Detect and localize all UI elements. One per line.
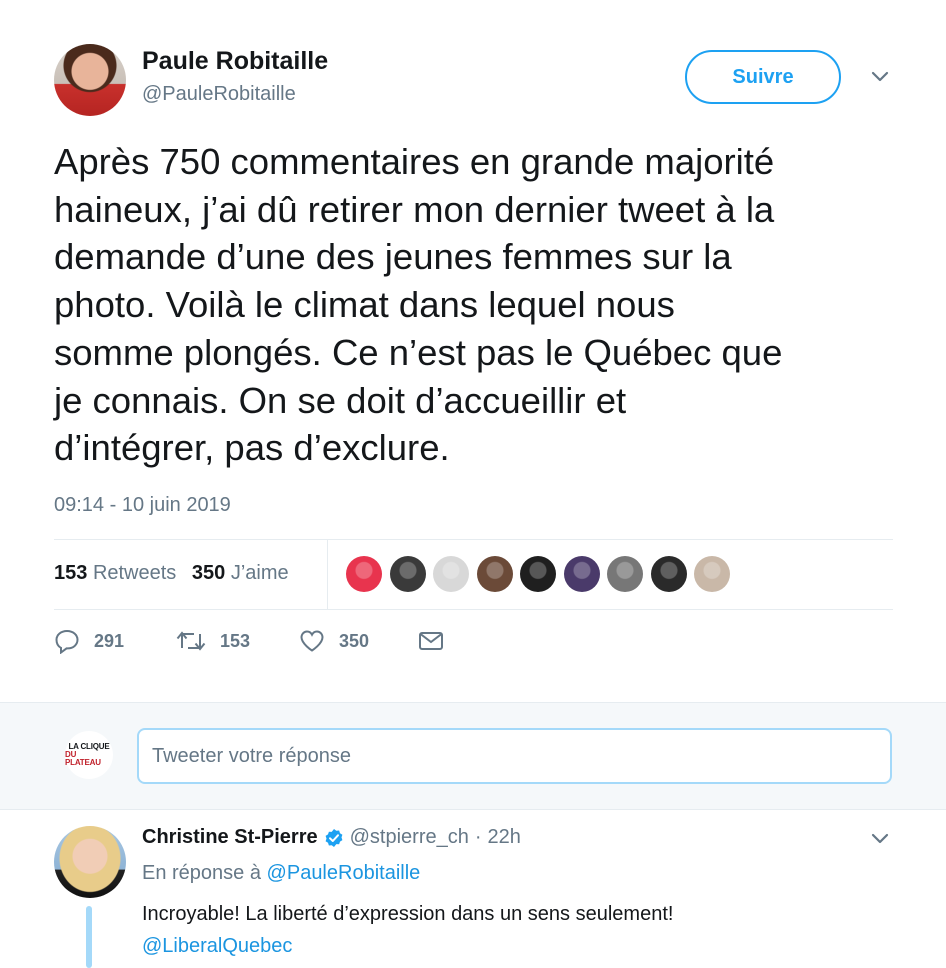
- meta-separator: ·: [474, 826, 482, 848]
- liker-avatar[interactable]: [346, 556, 382, 592]
- liker-avatar[interactable]: [607, 556, 643, 592]
- author-handle[interactable]: @PauleRobitaille: [142, 83, 296, 106]
- reply-input-placeholder: Tweeter votre réponse: [152, 744, 351, 767]
- reply-text: Incroyable! La liberté d’expression dans…: [142, 898, 902, 962]
- retweet-count: 153: [220, 630, 251, 651]
- liker-avatar[interactable]: [650, 556, 687, 592]
- like-count: 350: [339, 630, 370, 651]
- liker-avatar[interactable]: [694, 556, 730, 592]
- avatar-logo-line: DU PLATEAU: [65, 750, 101, 767]
- mention-link[interactable]: @LiberalQuebec: [142, 930, 902, 962]
- direct-message-action[interactable]: [418, 628, 444, 654]
- likes-label: J’aime: [230, 562, 289, 584]
- in-reply-handle-link[interactable]: @PauleRobitaille: [267, 862, 421, 884]
- retweet-action[interactable]: 153: [176, 628, 250, 654]
- retweet-icon: [176, 631, 206, 651]
- retweets-stat[interactable]: 153 Retweets: [54, 562, 176, 584]
- tweet-text-line: photo. Voilà le climat dans lequel nous: [54, 284, 675, 326]
- verified-badge-icon: [325, 828, 343, 847]
- reply-action[interactable]: 291: [54, 628, 124, 654]
- chevron-down-icon[interactable]: [870, 832, 890, 846]
- reply-header: Christine St-Pierre @stpierre_ch · 22h: [142, 826, 521, 849]
- current-user-avatar[interactable]: LA CLIQUE DU PLATEAU: [65, 731, 113, 779]
- tweet-text-line: somme plongés. Ce n’est pas le Québec qu…: [54, 331, 783, 373]
- tweet-text-line: Après 750 commentaires en grande majorit…: [54, 141, 775, 182]
- tweet-text-line: demande d’une des jeunes femmes sur la: [54, 236, 732, 278]
- reply-time[interactable]: 22h: [488, 826, 521, 849]
- chevron-down-icon[interactable]: [870, 70, 890, 84]
- retweets-label: Retweets: [92, 562, 177, 584]
- tweet-text-line: je connais. On se doit d’accueillir et: [54, 379, 627, 421]
- liker-avatar[interactable]: [389, 556, 426, 592]
- author-name[interactable]: Paule Robitaille: [142, 47, 328, 76]
- like-action[interactable]: 350: [299, 628, 369, 654]
- tweet-text-line: d’intégrer, pas d’exclure.: [54, 427, 450, 469]
- likes-count: 350: [191, 562, 226, 584]
- liker-avatar[interactable]: [520, 556, 556, 592]
- reply-author-handle[interactable]: @stpierre_ch: [350, 826, 469, 849]
- divider: [54, 539, 893, 540]
- reply-count: 291: [94, 630, 125, 651]
- likers-avatars: [346, 556, 730, 592]
- reply-icon: [55, 629, 79, 654]
- retweets-count: 153: [54, 562, 88, 584]
- reply-author-avatar[interactable]: [54, 826, 126, 898]
- liker-avatar[interactable]: [433, 556, 469, 592]
- author-avatar[interactable]: [54, 44, 126, 116]
- reply-input[interactable]: Tweeter votre réponse: [137, 728, 892, 784]
- reply-author-name[interactable]: Christine St-Pierre: [142, 826, 318, 849]
- tweet-text-line: haineux, j’ai dû retirer mon dernier twe…: [54, 188, 775, 230]
- heart-icon: [300, 630, 324, 652]
- envelope-icon: [419, 632, 443, 650]
- engagement-stats: 153 Retweets 350 J’aime: [54, 562, 289, 585]
- likes-stat[interactable]: 350 J’aime: [192, 562, 289, 584]
- tweet-text: Après 750 commentaires en grande majorit…: [54, 138, 904, 472]
- liker-avatar[interactable]: [476, 556, 513, 592]
- tweet-timestamp[interactable]: 09:14 - 10 juin 2019: [54, 494, 231, 517]
- liker-avatar[interactable]: [563, 556, 600, 592]
- thread-line: [86, 906, 92, 968]
- follow-button[interactable]: Suivre: [685, 50, 841, 104]
- in-reply-to: En réponse à @PauleRobitaille: [142, 862, 420, 885]
- in-reply-prefix: En réponse à: [142, 862, 261, 884]
- reply-text-body: Incroyable! La liberté d’expression dans…: [142, 903, 674, 925]
- tweet-actions: 291 153 350: [54, 628, 554, 662]
- stats-separator: [327, 539, 328, 610]
- divider: [54, 609, 893, 610]
